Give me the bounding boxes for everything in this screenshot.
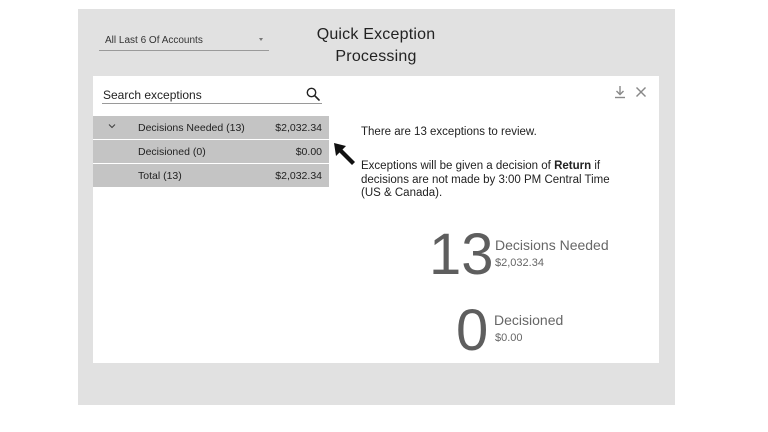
list-item-total[interactable]: Total (13) $2,032.34 xyxy=(93,164,329,187)
list-item-amount: $2,032.34 xyxy=(275,122,322,134)
deadline-text-prefix: Exceptions will be given a decision of xyxy=(361,160,555,172)
exception-summary-list: Decisions Needed (13) $2,032.34 Decision… xyxy=(93,116,329,188)
account-select-value: All Last 6 Of Accounts xyxy=(105,35,203,46)
exceptions-panel: Search exceptions Decisions Needed (13) … xyxy=(93,76,659,363)
list-item-amount: $0.00 xyxy=(295,146,322,158)
app-frame: All Last 6 Of Accounts Quick Exception P… xyxy=(78,9,675,405)
chevron-down-icon[interactable] xyxy=(107,121,117,131)
decisioned-label: Decisioned xyxy=(494,312,564,328)
page-title-line1: Quick Exception xyxy=(316,26,436,43)
caret-down-icon xyxy=(259,38,263,41)
download-icon[interactable] xyxy=(613,85,627,99)
list-item-amount: $2,032.34 xyxy=(275,170,322,182)
list-item-label: Decisioned (0) xyxy=(138,146,206,158)
list-item-decisioned[interactable]: Decisioned (0) $0.00 xyxy=(93,140,329,163)
list-item-label: Total (13) xyxy=(138,170,182,182)
decisioned-amount: $0.00 xyxy=(495,332,523,344)
default-decision: Return xyxy=(554,160,592,172)
arrow-pointer-icon xyxy=(334,143,355,165)
list-item-decisions-needed[interactable]: Decisions Needed (13) $2,032.34 xyxy=(93,116,329,139)
decision-deadline-message: Exceptions will be given a decision of R… xyxy=(361,160,629,201)
account-select[interactable]: All Last 6 Of Accounts xyxy=(99,29,269,51)
search-input[interactable]: Search exceptions xyxy=(102,80,322,104)
exceptions-count-message: There are 13 exceptions to review. xyxy=(361,126,537,138)
search-icon[interactable] xyxy=(306,87,320,101)
list-item-label: Decisions Needed (13) xyxy=(138,122,245,134)
search-placeholder: Search exceptions xyxy=(103,88,202,102)
page-title: Quick Exception Processing xyxy=(276,24,476,68)
decisions-needed-amount: $2,032.34 xyxy=(495,257,544,269)
decisions-needed-count: 13 xyxy=(429,222,494,287)
decisions-needed-label: Decisions Needed xyxy=(495,237,609,253)
page-title-line2: Processing xyxy=(335,48,417,65)
close-icon[interactable] xyxy=(634,85,648,99)
decisioned-count: 0 xyxy=(456,298,489,363)
